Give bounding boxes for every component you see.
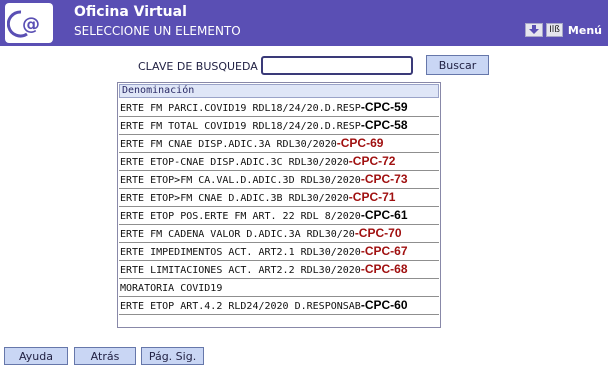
list-item-code: -CPC-60 xyxy=(360,298,408,312)
list-item[interactable]: ERTE ETOP>FM CA.VAL.D.ADIC.3D RDL30/2020… xyxy=(119,171,439,189)
list-item-label: ERTE ETOP>FM CNAE D.ADIC.3B RDL30/2020 xyxy=(120,193,349,204)
list-item[interactable]: ERTE IMPEDIMENTOS ACT. ART2.1 RDL30/2020… xyxy=(119,243,439,261)
at-sign-logo-icon: @ xyxy=(7,10,40,38)
app-logo: @ xyxy=(5,3,53,43)
search-button[interactable]: Buscar xyxy=(426,55,489,75)
help-button[interactable]: Ayuda xyxy=(4,347,68,365)
back-button[interactable]: Atrás xyxy=(74,347,136,365)
list-item[interactable]: ERTE LIMITACIONES ACT. ART2.2 RDL30/2020… xyxy=(119,261,439,279)
page-subtitle: SELECCIONE UN ELEMENTO xyxy=(74,24,241,38)
download-icon[interactable] xyxy=(525,23,544,37)
list-item-label: ERTE FM CNAE DISP.ADIC.3A RDL30/2020 xyxy=(120,139,337,150)
list-item-code: -CPC-71 xyxy=(348,190,396,204)
list-item[interactable]: ERTE FM CNAE DISP.ADIC.3A RDL30/2020-CPC… xyxy=(119,135,439,153)
list-item-label: ERTE FM CADENA VALOR D.ADIC.3A RDL30/20 xyxy=(120,229,355,240)
results-list: Denominación ERTE FM PARCI.COVID19 RDL18… xyxy=(117,82,441,328)
list-item-code: -CPC-59 xyxy=(360,100,408,114)
list-item-label: MORATORIA COVID19 xyxy=(120,283,223,294)
list-item-label: ERTE ETOP POS.ERTE FM ART. 22 RDL 8/2020 xyxy=(120,211,361,222)
search-label: CLAVE DE BUSQUEDA xyxy=(138,60,258,73)
list-item-label: ERTE ETOP>FM CA.VAL.D.ADIC.3D RDL30/2020 xyxy=(120,175,361,186)
app-header: @ Oficina Virtual SELECCIONE UN ELEMENTO… xyxy=(0,0,608,46)
list-item[interactable]: ERTE ETOP ART.4.2 RLD24/2020 D.RESPONSAB… xyxy=(119,297,439,315)
menu-button[interactable]: Menú xyxy=(568,24,602,37)
search-input[interactable] xyxy=(261,56,413,75)
next-page-button[interactable]: Pág. Sig. xyxy=(141,347,204,365)
list-item-label: ERTE FM PARCI.COVID19 RDL18/24/20.D.RESP xyxy=(120,103,361,114)
svg-text:@: @ xyxy=(22,14,40,35)
list-item[interactable]: MORATORIA COVID19 xyxy=(119,279,439,297)
list-column-header: Denominación xyxy=(119,84,439,98)
list-item-code: -CPC-73 xyxy=(360,172,408,186)
list-item-code: -CPC-72 xyxy=(348,154,396,168)
list-item-code: -CPC-70 xyxy=(354,226,402,240)
list-item-code: -CPC-68 xyxy=(360,262,408,276)
app-title: Oficina Virtual xyxy=(74,4,187,20)
font-size-icon[interactable]: Ilß xyxy=(546,23,563,37)
list-item-label: ERTE ETOP ART.4.2 RLD24/2020 D.RESPONSAB xyxy=(120,301,361,312)
list-item-label: ERTE IMPEDIMENTOS ACT. ART2.1 RDL30/2020 xyxy=(120,247,361,258)
list-item[interactable]: ERTE FM TOTAL COVID19 RDL18/24/20.D.RESP… xyxy=(119,117,439,135)
header-menu-area: Ilß Menú xyxy=(525,22,602,38)
list-item-label: ERTE ETOP-CNAE DISP.ADIC.3C RDL30/2020 xyxy=(120,157,349,168)
list-item-code: -CPC-58 xyxy=(360,118,408,132)
list-item-code: -CPC-67 xyxy=(360,244,408,258)
list-item[interactable]: ERTE ETOP POS.ERTE FM ART. 22 RDL 8/2020… xyxy=(119,207,439,225)
list-item[interactable]: ERTE FM PARCI.COVID19 RDL18/24/20.D.RESP… xyxy=(119,99,439,117)
list-item-code: -CPC-61 xyxy=(360,208,408,222)
list-item[interactable]: ERTE ETOP>FM CNAE D.ADIC.3B RDL30/2020-C… xyxy=(119,189,439,207)
list-item-code: -CPC-69 xyxy=(336,136,384,150)
list-item[interactable]: ERTE ETOP-CNAE DISP.ADIC.3C RDL30/2020-C… xyxy=(119,153,439,171)
list-item-label: ERTE FM TOTAL COVID19 RDL18/24/20.D.RESP xyxy=(120,121,361,132)
list-item-label: ERTE LIMITACIONES ACT. ART2.2 RDL30/2020 xyxy=(120,265,361,276)
list-item[interactable]: ERTE FM CADENA VALOR D.ADIC.3A RDL30/20-… xyxy=(119,225,439,243)
